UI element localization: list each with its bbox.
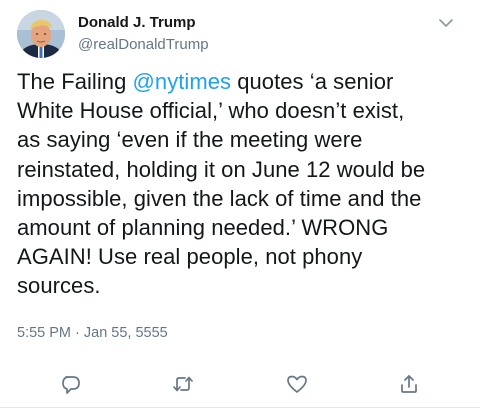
tweet-timestamp[interactable]: 5:55 PM · Jan 55, 5555 [17, 325, 168, 341]
avatar[interactable] [17, 10, 65, 58]
reply-icon[interactable] [59, 372, 83, 396]
divider [0, 407, 480, 408]
tweet-text-rest: quotes ‘a senior White House official,’ … [17, 69, 426, 299]
tweet-card[interactable]: Donald J. Trump @realDonaldTrump The Fai… [0, 0, 480, 410]
author-handle[interactable]: @realDonaldTrump [78, 36, 209, 53]
avatar-image [17, 10, 65, 58]
tweet-text: The Failing @nytimes quotes ‘a senior Wh… [17, 67, 473, 301]
chevron-down-icon[interactable] [437, 16, 455, 30]
retweet-icon[interactable] [171, 372, 195, 396]
tweet-text-start: The Failing [17, 69, 133, 94]
heart-icon[interactable] [285, 372, 309, 396]
share-icon[interactable] [397, 372, 421, 396]
mention-link[interactable]: @nytimes [133, 69, 232, 94]
author-display-name[interactable]: Donald J. Trump [78, 14, 196, 31]
